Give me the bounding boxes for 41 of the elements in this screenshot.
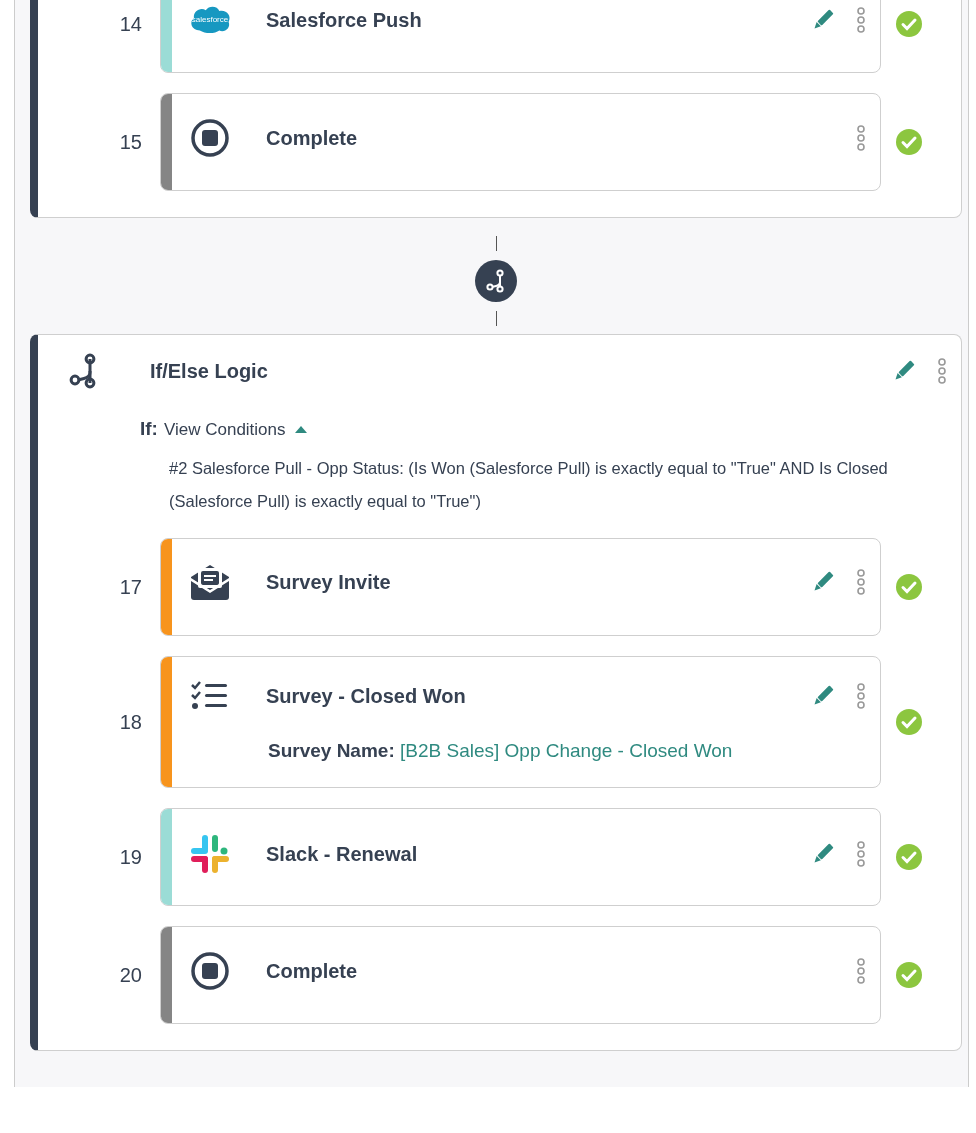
edit-icon[interactable]	[812, 842, 834, 865]
checklist-icon	[191, 680, 229, 711]
more-icon[interactable]	[856, 568, 866, 595]
step-title: Slack - Renewal	[266, 841, 419, 867]
step-card[interactable]: Complete	[160, 925, 881, 1024]
edit-icon[interactable]	[812, 684, 834, 707]
step-title: Complete	[266, 126, 359, 151]
step-number: 17	[118, 574, 143, 600]
stop-icon	[190, 950, 230, 991]
condition-label: If:	[140, 417, 158, 441]
step-title: Complete	[266, 958, 359, 984]
edit-icon[interactable]	[893, 360, 915, 382]
condition-text: #2 Salesforce Pull - Opp Status: (Is Won (Salesforce Pull) is exactly equal to "True" AND Is Closed (Salesforce Pull) is exactly equal to "True")	[169, 457, 889, 512]
step-title: Survey - Closed Won	[266, 683, 467, 709]
step-title: Salesforce Push	[266, 7, 423, 33]
more-icon[interactable]	[856, 6, 866, 33]
step-number: 20	[118, 962, 143, 988]
step-card[interactable]: Survey Invite	[160, 537, 881, 636]
step-card[interactable]: Survey - Closed Won Survey Name: [B2B Sales] Opp Change - Closed Won	[160, 655, 881, 788]
stop-icon	[190, 118, 230, 158]
step-number: 18	[118, 709, 143, 735]
step-number: 15	[118, 130, 143, 155]
envelope-icon	[189, 562, 231, 601]
more-icon[interactable]	[856, 840, 866, 867]
edit-icon[interactable]	[812, 8, 834, 31]
branch-icon	[474, 259, 518, 303]
more-icon[interactable]	[856, 957, 866, 984]
step-number: 19	[118, 844, 143, 870]
more-icon[interactable]	[856, 682, 866, 709]
slack-logo	[189, 832, 231, 875]
view-conditions-toggle[interactable]: View Conditions	[157, 416, 308, 442]
step-number: 14	[118, 12, 143, 37]
more-icon[interactable]	[856, 125, 866, 151]
step-card[interactable]: Complete	[160, 93, 881, 191]
step-card[interactable]: Slack - Renewal	[160, 807, 881, 906]
edit-icon[interactable]	[812, 570, 834, 593]
survey-link[interactable]: [B2B Sales] Opp Change - Closed Won	[400, 739, 733, 761]
step-title: Survey Invite	[266, 569, 392, 595]
survey-name-text: Survey Name: [B2B Sales] Opp Change - Closed Won	[268, 738, 734, 763]
panel-title: If/Else Logic	[150, 359, 269, 384]
more-icon[interactable]	[937, 358, 947, 384]
